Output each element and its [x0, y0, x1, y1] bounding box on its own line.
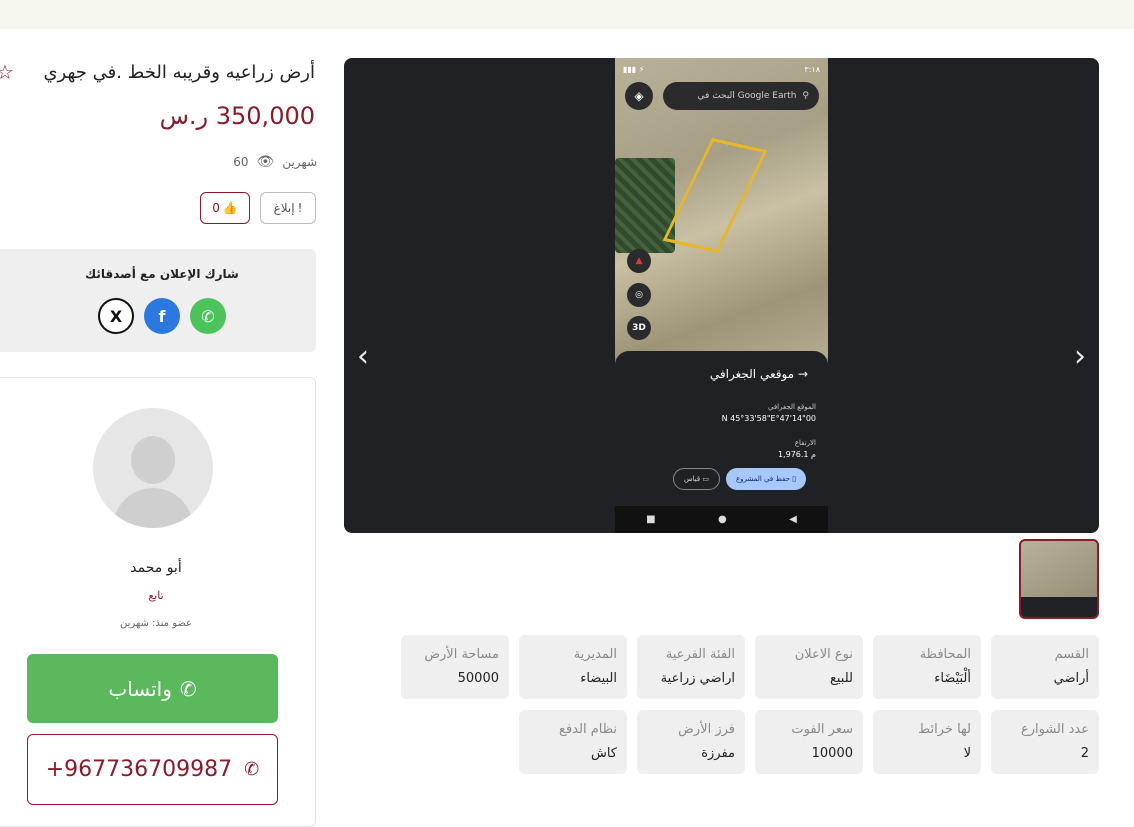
listing-actions: ! إبلاغ 👍 0 [200, 192, 316, 224]
ruler-icon: ▭ [702, 475, 709, 483]
thumbnail-panel [1021, 597, 1097, 617]
likes-count: 0 [212, 201, 220, 215]
panel-buttons: ▯ حفظ في المشروع ▭ قياس [673, 468, 807, 490]
top-bar [0, 0, 1134, 29]
detail-label: مساحة الأرض [424, 647, 499, 662]
back-icon: ◀ [789, 514, 797, 525]
compass-icon: ▲ [627, 249, 651, 273]
detail-value: أراضي [1053, 671, 1089, 686]
detail-value: ألْبَيْضَاء [934, 671, 971, 686]
member-since: عضو منذ: شهرين [119, 618, 193, 629]
phone-status-bar: ▮▮▮ ⚡ ٣:١٨ [615, 58, 828, 80]
image-gallery[interactable]: ▮▮▮ ⚡ ٣:١٨ ◈ البحث في Google Earth ⚲ ▲ ◎… [344, 58, 1099, 533]
detail-label: القسم [1054, 647, 1089, 662]
detail-value: للبيع [829, 671, 853, 686]
detail-cell: فرز الأرض مفرزة [637, 710, 745, 774]
gallery-image: ▮▮▮ ⚡ ٣:١٨ ◈ البحث في Google Earth ⚲ ▲ ◎… [615, 58, 828, 533]
follow-link[interactable]: تابع [0, 589, 317, 602]
avatar [93, 408, 213, 528]
home-icon: ● [717, 514, 727, 525]
detail-label: الفئة الفرعية [665, 647, 735, 662]
gallery-thumbnail[interactable] [1019, 539, 1099, 619]
listing-price: 350,000 ر.س [159, 102, 315, 130]
share-title: شارك الإعلان مع أصدقائك [85, 267, 239, 281]
detail-label: عدد الشوارع [1020, 722, 1089, 737]
layers-icon: ◈ [625, 82, 653, 110]
location-panel: موقعي الجغرافي → الموقع الجغرافي N 45°33… [615, 351, 828, 506]
whatsapp-share-icon[interactable]: ✆ [190, 298, 226, 334]
detail-label: المديرية [573, 647, 617, 662]
detail-value: اراضي زراعية [660, 671, 735, 686]
detail-cell: عدد الشوارع 2 [991, 710, 1099, 774]
arrow-right-icon: → [797, 367, 808, 381]
altitude-value: 1,976.1 م [777, 450, 816, 459]
locate-icon: ◎ [627, 283, 651, 307]
whatsapp-label: واتساب [108, 676, 172, 701]
thumbs-up-icon: 👍 [222, 201, 238, 215]
detail-value: كاش [590, 746, 617, 761]
phone-number: +967736709987 [45, 757, 233, 782]
earth-search-text: البحث في Google Earth [697, 91, 797, 101]
listing-meta: شهرين 👁 60 [233, 154, 317, 170]
status-icons: ▮▮▮ ⚡ [623, 64, 645, 74]
detail-value: البيضاء [580, 671, 617, 686]
detail-label: سعر الفوت [791, 722, 853, 737]
avatar-body [113, 488, 193, 528]
posted-time: شهرين [282, 155, 317, 169]
details-grid: القسم أراضي المحافظة ألْبَيْضَاء نوع الاعل… [401, 635, 1099, 774]
save-project-button: ▯ حفظ في المشروع [726, 468, 807, 490]
alert-icon: ! [297, 201, 303, 215]
bookmark-icon: ▯ [792, 475, 797, 483]
report-button[interactable]: ! إبلاغ [260, 192, 316, 224]
detail-value: لا [963, 746, 971, 761]
detail-label: نوع الاعلان [794, 647, 853, 662]
detail-label: فرز الأرض [678, 722, 735, 737]
detail-label: نظام الدفع [559, 722, 617, 737]
detail-value: 10000 [811, 746, 853, 761]
facebook-share-icon[interactable]: f [144, 298, 180, 334]
detail-value: مفرزة [701, 746, 735, 761]
phone-icon: ✆ [244, 759, 260, 780]
avatar-head [131, 436, 175, 484]
detail-cell: مساحة الأرض 50000 [401, 635, 509, 699]
eye-icon: 👁 [256, 154, 275, 170]
detail-cell: نظام الدفع كاش [519, 710, 627, 774]
detail-cell: المديرية البيضاء [519, 635, 627, 699]
detail-cell: سعر الفوت 10000 [755, 710, 863, 774]
status-time: ٣:١٨ [804, 64, 820, 74]
location-label: الموقع الجغرافي [768, 403, 816, 411]
phone-nav-bar: ■ ● ◀ [615, 506, 828, 533]
panel-title: موقعي الجغرافي → [709, 367, 808, 381]
detail-value: 2 [1080, 746, 1089, 761]
whatsapp-button[interactable]: ✆ واتساب [27, 654, 278, 723]
earth-search-bar: البحث في Google Earth ⚲ [663, 82, 819, 110]
detail-cell: القسم أراضي [991, 635, 1099, 699]
seller-name: أبو محمد [130, 560, 182, 576]
views-count: 60 [233, 155, 249, 169]
listing-title: أرض زراعيه وقريبه الخط .في جهري [43, 62, 315, 83]
recent-apps-icon: ■ [646, 514, 656, 525]
x-share-icon[interactable]: X [98, 298, 134, 334]
like-button[interactable]: 👍 0 [200, 192, 250, 224]
detail-cell: نوع الاعلان للبيع [755, 635, 863, 699]
prev-arrow-icon[interactable]: ‹ [349, 339, 377, 374]
measure-button: ▭ قياس [673, 468, 720, 490]
share-icons: X f ✆ [0, 298, 316, 334]
phone-button[interactable]: ✆ +967736709987 [27, 734, 278, 805]
detail-value: 50000 [457, 671, 499, 686]
map-3d-button: 3D [627, 316, 651, 340]
detail-cell: المحافظة ألْبَيْضَاء [873, 635, 981, 699]
detail-cell: لها خرائط لا [873, 710, 981, 774]
report-label: إبلاغ [273, 201, 295, 215]
altitude-label: الارتفاع [794, 439, 816, 447]
next-arrow-icon[interactable]: › [1066, 339, 1094, 374]
detail-label: لها خرائط [918, 722, 971, 737]
detail-cell: الفئة الفرعية اراضي زراعية [637, 635, 745, 699]
seller-card: أبو محمد تابع عضو منذ: شهرين ✆ واتساب ✆ … [0, 377, 316, 827]
share-box: شارك الإعلان مع أصدقائك X f ✆ [0, 249, 316, 352]
search-icon: ⚲ [802, 91, 809, 101]
detail-label: المحافظة [919, 647, 971, 662]
whatsapp-icon: ✆ [179, 676, 197, 701]
coords-value: N 45°33'58"E°47'14"00 [721, 414, 816, 423]
